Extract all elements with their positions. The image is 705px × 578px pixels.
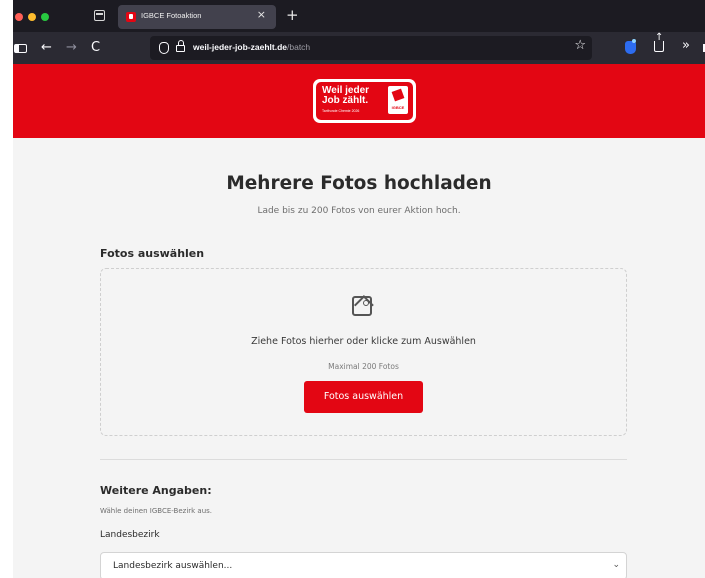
sidebar-toggle-icon[interactable]	[14, 44, 27, 53]
upload-section-heading: Fotos auswählen	[100, 247, 205, 260]
site-header: Weil jeder Job zählt. Tarifrunde Chemie …	[13, 64, 705, 138]
overflow-menu-icon[interactable]: »	[682, 38, 690, 53]
logo-brand: IGBCE	[391, 105, 405, 110]
tracking-protection-icon[interactable]	[159, 42, 169, 54]
page-content: Weil jeder Job zählt. Tarifrunde Chemie …	[13, 64, 705, 578]
back-button[interactable]: ←	[41, 40, 52, 56]
lock-icon[interactable]	[176, 40, 185, 52]
image-icon	[352, 296, 372, 316]
tab-overview-icon[interactable]	[94, 10, 105, 21]
page-subtitle: Lade bis zu 200 Fotos von eurer Aktion h…	[257, 206, 461, 216]
url-path: /batch	[287, 42, 311, 52]
tab-igbce-fotoaktion[interactable]: IGBCE Fotoaktion ×	[118, 5, 276, 29]
bookmark-star-icon[interactable]: ☆	[574, 38, 586, 53]
landesbezirk-select[interactable]: Landesbezirk auswählen... ⌄	[100, 552, 627, 578]
igbce-mark-icon: IGBCE	[388, 86, 408, 114]
dropzone-instruction: Ziehe Fotos hierher oder klicke zum Ausw…	[251, 336, 476, 347]
select-photos-button[interactable]: Fotos auswählen	[304, 381, 423, 413]
tab-strip: IGBCE Fotoaktion × +	[13, 0, 705, 32]
url-text[interactable]: weil-jeder-job-zaehlt.de/batch	[193, 42, 310, 52]
landesbezirk-label: Landesbezirk	[100, 530, 160, 540]
dropzone-limit: Maximal 200 Fotos	[328, 362, 399, 371]
close-window-button[interactable]	[15, 13, 23, 21]
browser-window: IGBCE Fotoaktion × + ← → C weil-jeder-jo…	[13, 0, 705, 578]
extension-icon[interactable]	[625, 39, 636, 54]
forward-button[interactable]: →	[66, 40, 77, 56]
photo-dropzone[interactable]: Ziehe Fotos hierher oder klicke zum Ausw…	[100, 268, 627, 436]
details-helper-text: Wähle deinen IGBCE-Bezirk aus.	[100, 507, 213, 515]
details-section-heading: Weitere Angaben:	[100, 484, 212, 497]
logo-text-line2: Job zählt.	[322, 95, 369, 106]
new-tab-button[interactable]: +	[286, 6, 299, 24]
section-divider	[100, 459, 627, 460]
landesbezirk-select-value: Landesbezirk auswählen...	[113, 561, 233, 571]
tab-title: IGBCE Fotoaktion	[141, 11, 202, 20]
chevron-down-icon: ⌄	[612, 560, 620, 570]
logo-badge: Weil jeder Job zählt. Tarifrunde Chemie …	[316, 82, 413, 120]
url-domain: weil-jeder-job-zaehlt.de	[193, 42, 287, 52]
close-tab-icon[interactable]: ×	[257, 8, 266, 21]
campaign-logo[interactable]: Weil jeder Job zählt. Tarifrunde Chemie …	[313, 79, 416, 123]
share-icon[interactable]	[654, 33, 664, 52]
minimize-window-button[interactable]	[28, 13, 36, 21]
reload-button[interactable]: C	[91, 40, 100, 56]
navigation-toolbar: ← → C weil-jeder-job-zaehlt.de/batch ☆ »	[13, 32, 705, 64]
address-bar[interactable]: weil-jeder-job-zaehlt.de/batch ☆	[150, 36, 592, 60]
igbce-favicon-icon	[126, 12, 136, 22]
logo-tagline: Tarifrunde Chemie 2026	[322, 109, 360, 113]
zoom-window-button[interactable]	[41, 13, 49, 21]
page-title: Mehrere Fotos hochladen	[226, 173, 492, 194]
